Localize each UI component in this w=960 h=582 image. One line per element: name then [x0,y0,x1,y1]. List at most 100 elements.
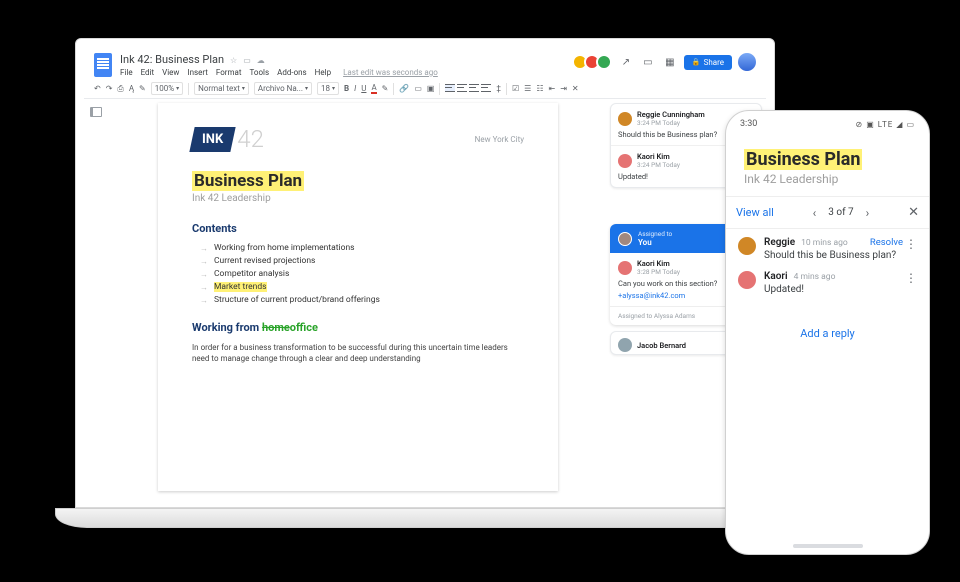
clear-formatting-icon[interactable]: ✕ [572,84,579,93]
checklist-icon[interactable]: ☑ [512,84,519,93]
comment-row[interactable]: Kaori 4 mins ago Updated! ⋮ [738,271,917,295]
link-icon[interactable]: 🔗 [399,84,409,93]
avatar [618,154,632,168]
comment-time: 3:24 PM Today [637,161,680,169]
underline-icon[interactable]: U [361,84,366,93]
font-size-value: 18 [321,84,330,93]
prev-comment-icon[interactable]: ‹ [813,206,817,220]
brand-42: 42 [237,125,264,153]
comment-row[interactable]: Reggie 10 mins ago Should this be Busine… [738,237,917,261]
paragraph-style-select[interactable]: Normal text▾ [194,82,249,95]
image-icon[interactable]: ▣ [427,84,435,93]
phone-comment-toolbar: View all ‹ 3 of 7 › ✕ [726,197,929,229]
outline-rail [84,99,108,491]
doc-heading-highlighted: Business Plan [744,149,862,170]
zoom-select[interactable]: 100%▾ [151,82,183,95]
last-edit-text[interactable]: Last edit was seconds ago [343,68,438,77]
history-icon[interactable]: ↗ [618,54,634,70]
share-button[interactable]: Share [684,55,732,70]
align-center-icon[interactable] [457,84,467,92]
comment-time: 3:24 PM Today [637,119,705,127]
toc-item[interactable]: Competitor analysis [200,269,524,279]
body-paragraph: In order for a business transformation t… [192,342,524,364]
toc-item[interactable]: Market trends [200,282,524,292]
highlight-icon[interactable]: ✎ [382,84,389,93]
star-icon[interactable]: ☆ [230,56,237,65]
add-comment-icon[interactable]: ▭ [414,84,422,93]
menu-help[interactable]: Help [315,68,331,77]
next-comment-icon[interactable]: › [866,206,870,220]
decrease-indent-icon[interactable]: ⇤ [549,84,556,93]
toolbar: ↶ ↷ ⎙ Ą ✎ 100%▾ Normal text▾ Archivo Na.… [84,79,766,99]
city-text: New York City [475,135,524,144]
cloud-icon[interactable]: ☁ [257,56,265,65]
status-time: 3:30 [740,119,757,129]
collaborator-avatars[interactable] [576,54,612,70]
menu-format[interactable]: Format [216,68,242,77]
account-avatar[interactable] [738,53,756,71]
zoom-value: 100% [155,84,174,93]
move-icon[interactable]: ▭ [243,56,251,65]
doc-heading-highlighted: Business Plan [192,171,304,191]
menu-addons[interactable]: Add-ons [277,68,307,77]
menu-bar: File Edit View Insert Format Tools Add-o… [120,68,568,77]
font-size-select[interactable]: 18▾ [317,82,339,95]
add-reply-button[interactable]: Add a reply [726,313,929,354]
undo-icon[interactable]: ↶ [94,84,101,93]
avatar [596,54,612,70]
bold-icon[interactable]: B [344,84,349,93]
align-right-icon[interactable] [469,84,479,92]
document-page[interactable]: INK 42 New York City Business Plan Ink 4… [158,103,558,491]
meet-icon[interactable]: ▦ [662,54,678,70]
view-all-link[interactable]: View all [736,206,774,219]
italic-icon[interactable]: I [354,84,356,93]
menu-insert[interactable]: Insert [187,68,208,77]
avatar [738,271,756,289]
comment-time: 10 mins ago [801,238,848,248]
text-color-icon[interactable]: A [371,83,376,94]
line-spacing-icon[interactable]: ‡ [496,84,501,93]
numbered-list-icon[interactable]: ☷ [536,84,543,93]
more-icon[interactable]: ⋮ [905,237,917,251]
home-indicator[interactable] [793,544,863,548]
phone-frame: 3:30 ⊘ ▣ LTE ◢ ▭ Business Plan Ink 42 Le… [725,110,930,555]
increase-indent-icon[interactable]: ⇥ [560,84,567,93]
toc-item[interactable]: Working from home implementations [200,243,524,253]
laptop-base [55,508,795,528]
font-select[interactable]: Archivo Na...▾ [254,82,312,95]
print-icon[interactable]: ⎙ [117,84,123,94]
toc-item[interactable]: Current revised projections [200,256,524,266]
phone-status-bar: 3:30 ⊘ ▣ LTE ◢ ▭ [726,111,929,133]
comment-text: Updated! [764,284,917,295]
avatar [738,237,756,255]
menu-view[interactable]: View [162,68,179,77]
menu-tools[interactable]: Tools [250,68,270,77]
menu-edit[interactable]: Edit [141,68,155,77]
close-icon[interactable]: ✕ [908,205,919,220]
comment-counter: 3 of 7 [828,207,853,218]
spellcheck-icon[interactable]: Ą [129,84,134,93]
section-heading: Working from homeoffice [192,321,524,334]
docs-icon[interactable] [94,53,112,77]
comment-time: 4 mins ago [794,272,836,282]
paint-format-icon[interactable]: ✎ [139,84,146,93]
phone-doc-preview[interactable]: Business Plan Ink 42 Leadership [726,133,929,197]
align-left-icon[interactable] [445,84,455,92]
menu-file[interactable]: File [120,68,133,77]
avatar [618,261,632,275]
avatar [618,112,632,126]
resolve-button[interactable]: Resolve [870,237,903,248]
document-title[interactable]: Ink 42: Business Plan [120,53,224,66]
more-icon[interactable]: ⋮ [905,271,917,285]
title-bar: Ink 42: Business Plan ☆ ▭ ☁ File Edit Vi… [84,47,766,79]
toc-item[interactable]: Structure of current product/brand offer… [200,295,524,305]
avatar [618,232,632,246]
comment-icon[interactable]: ▭ [640,54,656,70]
redo-icon[interactable]: ↷ [106,84,113,93]
doc-subtitle: Ink 42 Leadership [744,172,911,186]
phone-comment-thread: Reggie 10 mins ago Should this be Busine… [726,229,929,313]
align-justify-icon[interactable] [481,84,491,92]
avatar [618,338,632,352]
outline-icon[interactable] [90,107,102,117]
bulleted-list-icon[interactable]: ☰ [524,84,531,93]
